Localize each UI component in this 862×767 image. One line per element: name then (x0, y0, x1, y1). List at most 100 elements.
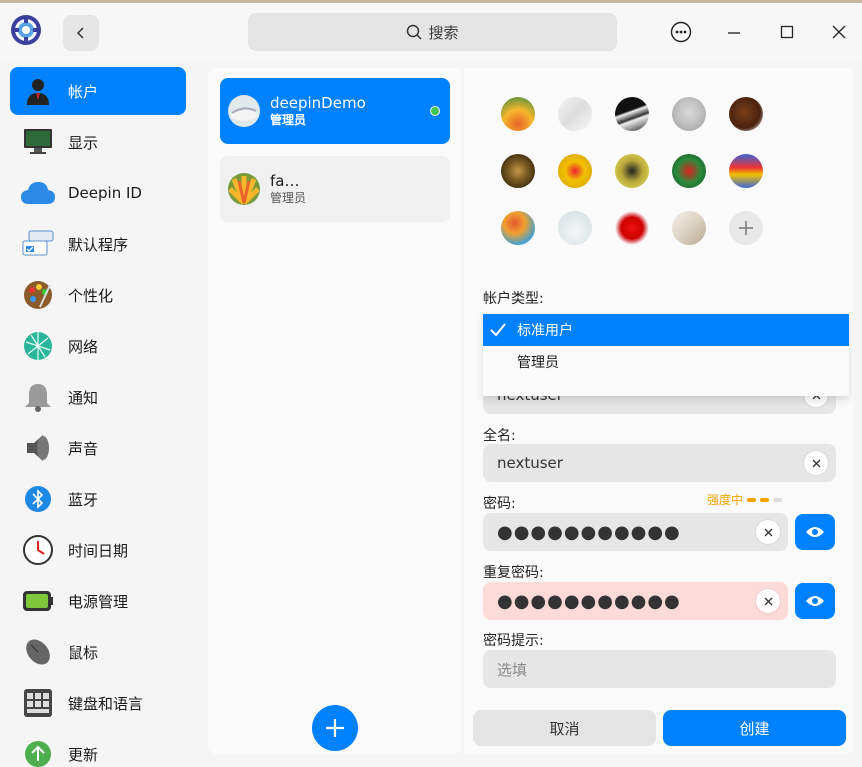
account-type-label: 帐户类型: (483, 291, 544, 307)
sidebar-item-label: 电源管理 (68, 592, 129, 611)
back-button[interactable] (63, 15, 99, 51)
option-label: 管理员 (517, 355, 559, 371)
avatar-option-piano[interactable] (615, 97, 649, 131)
avatar-option-butterfly[interactable] (615, 154, 649, 188)
user-role: 管理员 (270, 113, 307, 127)
search-placeholder: 搜索 (428, 23, 459, 42)
close-icon (832, 25, 846, 39)
maximize-button[interactable] (774, 19, 800, 45)
sidebar-item-update[interactable]: 更新 (10, 730, 186, 767)
clear-password-button[interactable] (756, 520, 780, 544)
user-role: 管理员 (270, 191, 307, 205)
toggle-repeat-password-visibility-button[interactable] (795, 583, 835, 619)
create-button[interactable]: 创建 (663, 710, 846, 746)
maximize-icon (780, 25, 794, 39)
avatar-option-balloons[interactable] (501, 211, 535, 245)
sidebar-item-label: 更新 (68, 745, 99, 764)
avatar-option-balloon[interactable] (729, 154, 763, 188)
fullname-field[interactable]: nextuser (483, 444, 836, 482)
search-icon (407, 24, 423, 40)
user-card-deepindemo[interactable]: deepinDemo 管理员 (220, 78, 450, 144)
sidebar-item-display[interactable]: 显示 (10, 118, 186, 166)
close-button[interactable] (826, 19, 852, 45)
speaker-icon (20, 430, 56, 466)
clear-fullname-button[interactable] (804, 451, 828, 475)
strength-bar-1 (747, 497, 757, 502)
online-status-icon (430, 106, 440, 116)
check-icon (483, 322, 513, 338)
avatar-option-paper[interactable] (558, 97, 592, 131)
bell-icon (20, 379, 56, 415)
fullname-value: nextuser (497, 454, 563, 472)
sidebar-item-datetime[interactable]: 时间日期 (10, 526, 186, 574)
add-user-button[interactable] (312, 705, 358, 751)
default-apps-icon (20, 226, 56, 262)
avatar-option-horse[interactable] (729, 97, 763, 131)
user-list-panel: deepinDemo 管理员 fa… 管理员 (208, 68, 462, 754)
avatar-option-cup[interactable] (558, 211, 592, 245)
avatar-option-parrot[interactable] (672, 154, 706, 188)
sidebar-item-sound[interactable]: 声音 (10, 424, 186, 472)
sidebar-item-default-apps[interactable]: 默认程序 (10, 220, 186, 268)
user-card-second[interactable]: fa… 管理员 (220, 156, 450, 222)
sidebar-item-deepin-id[interactable]: Deepin ID (10, 169, 186, 217)
monitor-icon (20, 124, 56, 160)
more-icon (670, 21, 692, 43)
account-type-option-standard[interactable]: 标准用户 (483, 314, 849, 346)
battery-icon (20, 583, 56, 619)
toggle-password-visibility-button[interactable] (795, 514, 835, 550)
sidebar-item-power[interactable]: 电源管理 (10, 577, 186, 625)
add-avatar-button[interactable] (729, 211, 763, 245)
password-hint-placeholder: 选填 (497, 660, 528, 679)
clear-repeat-password-button[interactable] (756, 589, 780, 613)
sidebar-item-network[interactable]: 网络 (10, 322, 186, 370)
sidebar-item-bluetooth[interactable]: 蓝牙 (10, 475, 186, 523)
sidebar-item-personalization[interactable]: 个性化 (10, 271, 186, 319)
avatar-option-room[interactable] (672, 211, 706, 245)
sidebar-item-label: 时间日期 (68, 541, 129, 560)
avatar (228, 173, 260, 205)
clock-icon (20, 532, 56, 568)
password-hint-label: 密码提示: (483, 633, 544, 649)
sidebar-item-label: 键盘和语言 (68, 694, 144, 713)
password-strength: 强度中 (707, 491, 783, 508)
avatar-option-ladybug[interactable] (558, 154, 592, 188)
sidebar-item-label: 鼠标 (68, 643, 99, 662)
avatar-option-leopard[interactable] (501, 154, 535, 188)
sidebar-item-label: 默认程序 (68, 235, 129, 254)
password-label: 密码: (483, 496, 516, 512)
strength-bar-2 (760, 497, 770, 502)
sidebar: 帐户 显示 Deepin ID 默认程序 个性化 网络 通知 声音 蓝牙 时间日… (0, 60, 198, 767)
repeat-password-field[interactable]: ●●●●●●●●●●● (483, 582, 788, 620)
chevron-left-icon (76, 27, 84, 39)
sidebar-item-accounts[interactable]: 帐户 (10, 67, 186, 115)
plus-icon (739, 221, 753, 235)
account-type-dropdown[interactable]: 标准用户 管理员 (483, 314, 849, 396)
control-center-logo-icon (10, 14, 42, 46)
eye-icon (806, 527, 824, 537)
cancel-button[interactable]: 取消 (473, 710, 656, 746)
sidebar-item-keyboard[interactable]: 键盘和语言 (10, 679, 186, 727)
avatar-option-flower[interactable] (501, 97, 535, 131)
keyboard-icon (20, 685, 56, 721)
account-type-option-admin[interactable]: 管理员 (483, 346, 849, 378)
avatar-option-cat[interactable] (672, 97, 706, 131)
cloud-icon (20, 175, 56, 211)
password-hint-field[interactable]: 选填 (483, 650, 836, 688)
search-input[interactable]: 搜索 (248, 13, 617, 51)
user-name: fa… (270, 172, 300, 190)
sidebar-item-label: 通知 (68, 388, 99, 407)
avatar (228, 95, 260, 127)
user-icon (20, 73, 56, 109)
option-label: 标准用户 (517, 323, 573, 339)
sidebar-item-label: Deepin ID (68, 184, 142, 202)
minimize-button[interactable] (721, 19, 747, 45)
sidebar-item-notifications[interactable]: 通知 (10, 373, 186, 421)
sidebar-item-mouse[interactable]: 鼠标 (10, 628, 186, 676)
avatar-option-heart[interactable] (615, 211, 649, 245)
sidebar-item-label: 蓝牙 (68, 490, 99, 509)
bluetooth-icon (20, 481, 56, 517)
password-field[interactable]: ●●●●●●●●●●● (483, 513, 788, 551)
create-account-form: 帐户类型: nextuser 标准用户 管理员 全名: nextuser 密码:… (464, 68, 854, 754)
main-menu-button[interactable] (668, 19, 694, 45)
